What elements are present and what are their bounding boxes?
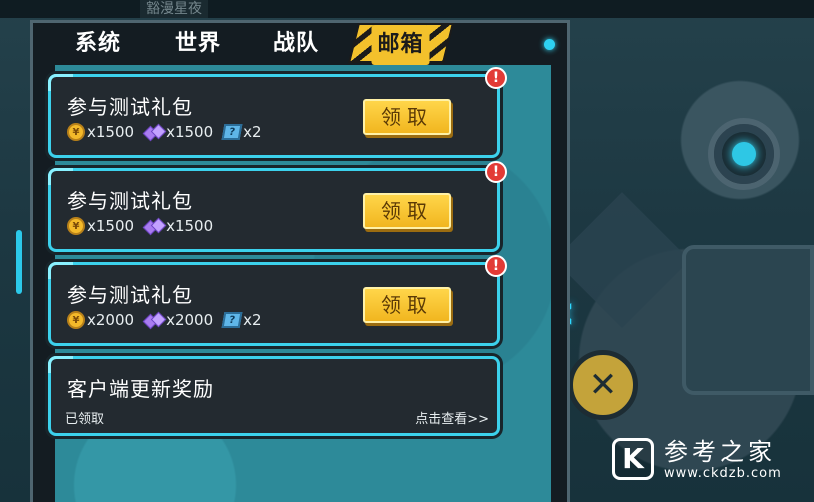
reward-amount: x1500 <box>166 123 214 141</box>
tab-mail[interactable]: 邮箱 <box>348 23 454 65</box>
background-nameplate: 豁漫星夜 <box>140 0 208 18</box>
robot-eye-decoration <box>708 118 780 190</box>
coin-icon: ¥ <box>67 123 85 141</box>
mail-card-4[interactable]: 客户端更新奖励 已领取 点击查看>> <box>48 356 500 436</box>
mail-card-2: 参与测试礼包 ¥ x1500 x1500 领取 ! <box>48 161 507 252</box>
reward-item: x1500 <box>144 217 213 235</box>
reward-item: ¥ x1500 <box>67 123 134 141</box>
tab-team[interactable]: 战队 <box>273 27 319 61</box>
ticket-icon: ? <box>221 312 243 328</box>
status-dot-icon <box>544 39 555 50</box>
reward-list: ¥ x2000 x2000 ? x2 <box>67 311 272 329</box>
mail-title: 客户端更新奖励 <box>67 377 214 401</box>
reward-amount: x2 <box>243 123 262 141</box>
watermark-url: www.ckdzb.com <box>664 465 782 481</box>
ticket-icon: ? <box>221 124 243 140</box>
claim-button[interactable]: 领取 <box>363 287 451 323</box>
watermark-text: 参考之家 www.ckdzb.com <box>664 438 782 481</box>
top-strip: 豁漫星夜 <box>0 0 814 18</box>
gem-icon <box>144 124 164 140</box>
mail-title: 参与测试礼包 <box>67 95 193 119</box>
reward-item: ¥ x2000 <box>67 311 134 329</box>
tab-bar: 系统 世界 战队 邮箱 <box>33 23 567 65</box>
reward-item: x1500 <box>144 123 213 141</box>
coin-icon: ¥ <box>67 217 85 235</box>
watermark-name: 参考之家 <box>664 437 776 466</box>
reward-amount: x1500 <box>87 123 135 141</box>
reward-amount: x1500 <box>87 217 135 235</box>
reward-list: ¥ x1500 x1500 <box>67 217 223 235</box>
reward-amount: x2000 <box>166 311 214 329</box>
reward-item: ? x2 <box>221 123 262 141</box>
coin-icon: ¥ <box>67 311 85 329</box>
view-details-link[interactable]: 点击查看>> <box>415 408 489 427</box>
mail-title: 参与测试礼包 <box>67 189 193 213</box>
tab-world[interactable]: 世界 <box>175 27 221 61</box>
reward-amount: x2 <box>243 311 262 329</box>
reward-amount: x1500 <box>166 217 214 235</box>
mail-card-1: 参与测试礼包 ¥ x1500 x1500 ? x2 领取 ! <box>48 67 507 158</box>
reward-item: ? x2 <box>221 311 262 329</box>
background-window <box>682 245 814 395</box>
alert-icon: ! <box>485 67 507 89</box>
reward-amount: x2000 <box>87 311 135 329</box>
alert-icon: ! <box>485 255 507 277</box>
left-edge-handle <box>16 230 22 294</box>
claim-button[interactable]: 领取 <box>363 99 451 135</box>
tab-system[interactable]: 系统 <box>75 27 121 61</box>
claimed-status: 已领取 <box>65 412 105 427</box>
reward-list: ¥ x1500 x1500 ? x2 <box>67 123 272 141</box>
mail-card-3: 参与测试礼包 ¥ x2000 x2000 ? x2 领取 ! <box>48 255 507 346</box>
reward-item: ¥ x1500 <box>67 217 134 235</box>
gem-icon <box>144 312 164 328</box>
mail-title: 参与测试礼包 <box>67 283 193 307</box>
reward-item: x2000 <box>144 311 213 329</box>
watermark: K 参考之家 www.ckdzb.com <box>612 432 808 486</box>
alert-icon: ! <box>485 161 507 183</box>
gem-icon <box>144 218 164 234</box>
tab-mail-label: 邮箱 <box>371 25 430 65</box>
claim-button[interactable]: 领取 <box>363 193 451 229</box>
watermark-logo-icon: K <box>612 438 654 480</box>
close-badge-icon: ✕ <box>568 350 638 420</box>
